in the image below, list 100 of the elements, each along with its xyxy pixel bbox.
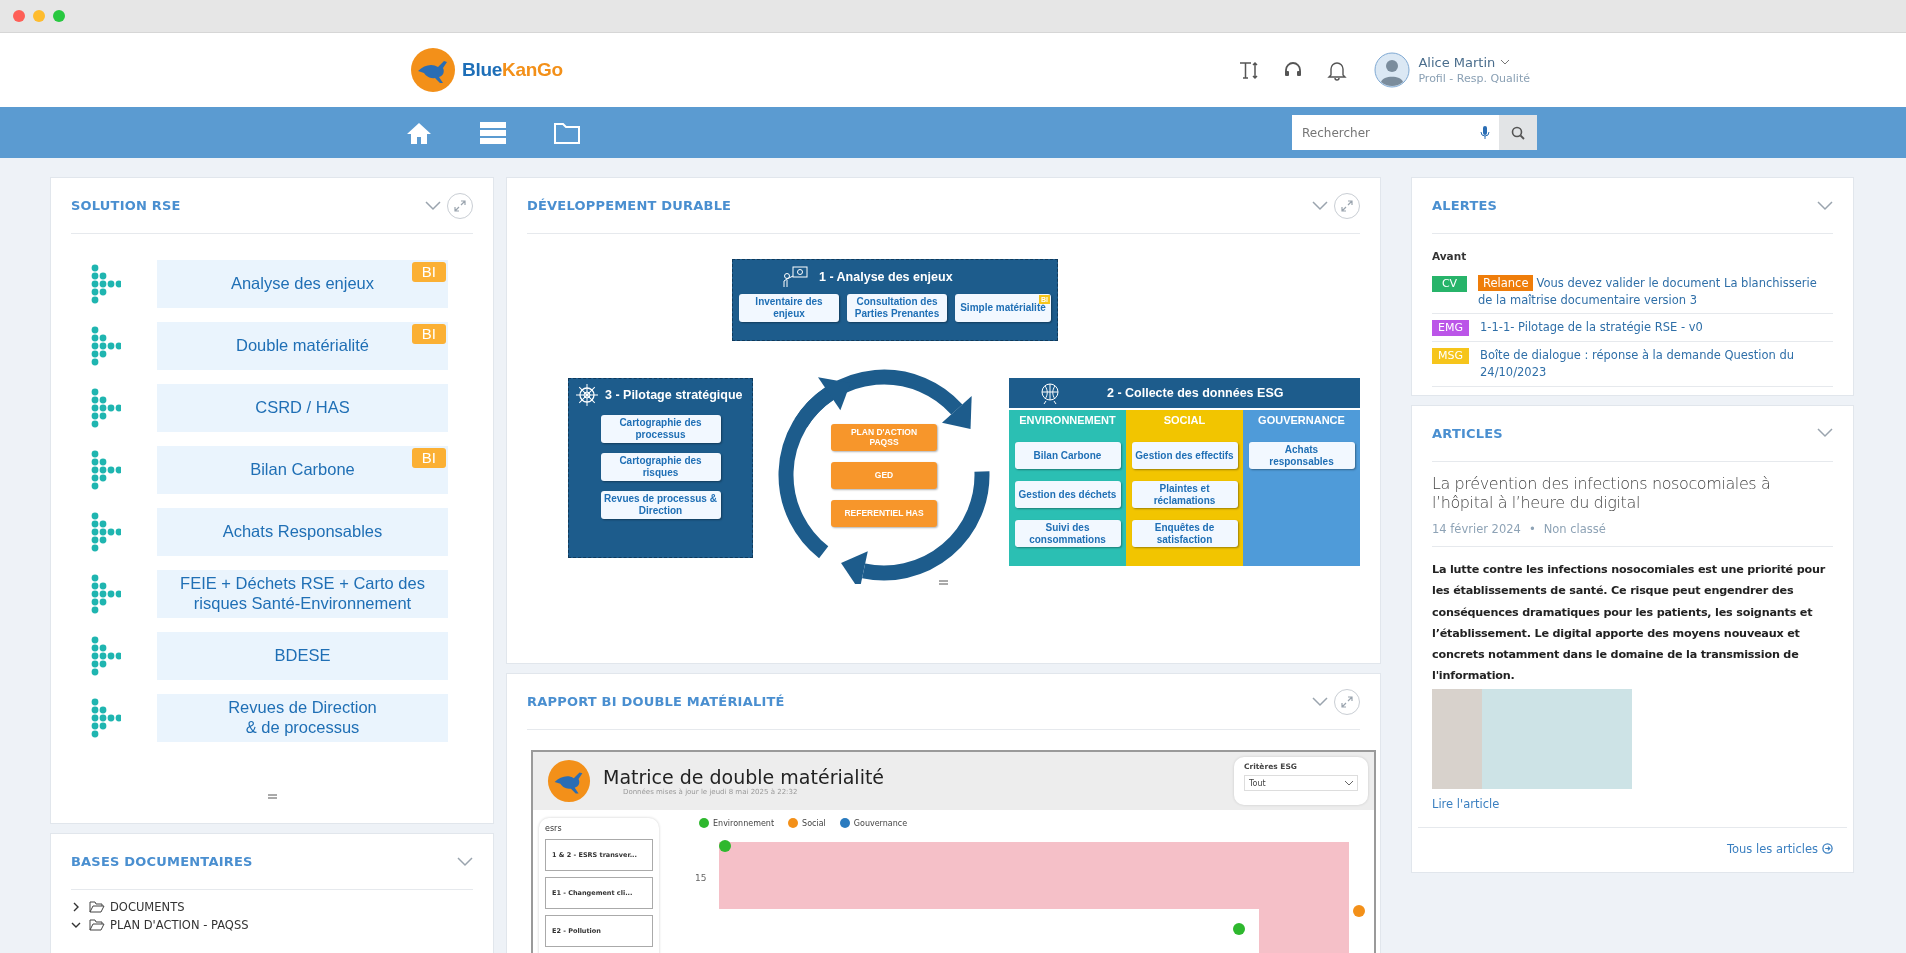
dotted-arrow-icon [91, 698, 121, 738]
presentation-board-icon [781, 266, 809, 288]
diagram-item[interactable]: Plaintes et réclamations [1131, 481, 1238, 508]
search-field[interactable]: Rechercher [1292, 115, 1479, 150]
legend-item: Environnement [699, 818, 775, 828]
diagram-item[interactable]: Enquêtes de satisfaction [1131, 520, 1238, 547]
report-title: Matrice de double matérialité [603, 766, 885, 788]
collapse-chevron-icon[interactable] [1312, 200, 1328, 211]
module-tile[interactable]: BI Analyse des enjeux [157, 260, 448, 308]
caret-icon[interactable] [1501, 60, 1510, 65]
folder-icon [89, 919, 105, 931]
expand-button[interactable] [1334, 688, 1360, 715]
column-title: GOUVERNANCE [1258, 414, 1345, 426]
module-tile[interactable]: FEIE + Déchets RSE + Carto des risques Santé-Environnement [157, 570, 448, 618]
collapse-chevron-icon[interactable] [1312, 696, 1328, 707]
module-tile[interactable]: Achats Responsables [157, 508, 448, 556]
article-category: Non classé [1543, 522, 1606, 537]
resize-handle-icon[interactable] [939, 580, 948, 585]
search-button[interactable] [1499, 115, 1537, 150]
module-tile[interactable]: BDESE [157, 632, 448, 680]
data-point [1353, 905, 1365, 917]
alert-link[interactable]: Relance Vous devez valider le document La blanchisserie de la maîtrise documentaire version 3 [1478, 275, 1833, 309]
dotted-arrow-icon [91, 574, 121, 614]
text-size-icon[interactable] [1238, 59, 1261, 81]
avatar-silhouette-icon[interactable] [1374, 52, 1411, 88]
server-icon[interactable] [479, 119, 507, 146]
legend-item: Social [788, 818, 826, 828]
data-point [1233, 923, 1245, 935]
dotted-arrow-icon [91, 326, 121, 366]
diagram-item[interactable]: Gestion des effectifs [1131, 442, 1238, 469]
module-tile[interactable]: BI Bilan Carbone [157, 446, 448, 494]
diagram-item[interactable]: Inventaire des enjeux [739, 294, 839, 322]
chevron-down-icon[interactable] [1345, 780, 1353, 786]
group-label: Avant [1432, 250, 1468, 262]
window-minimize-icon[interactable] [33, 10, 45, 22]
logo-text: BlueKanGo [462, 59, 563, 81]
panel-title: RAPPORT BI DOUBLE MATÉRIALITÉ [527, 694, 785, 709]
alert-link[interactable]: 1-1-1- Pilotage de la stratégie RSE - v0 [1479, 319, 1833, 337]
bi-badge: BI [411, 262, 446, 282]
axis-tick-label: 15 [695, 873, 707, 883]
collapse-chevron-icon[interactable] [425, 200, 441, 211]
expand-arrows-icon[interactable] [1341, 695, 1353, 708]
module-tile[interactable]: BI Double matérialité [157, 322, 448, 370]
globe-icon [1039, 382, 1061, 404]
chevron-right-icon[interactable] [71, 902, 81, 912]
panel-title: SOLUTION RSE [71, 198, 181, 213]
article-summary: La lutte contre les infections nosocomiales est une priorité pour les établissements de santé. Ce risque peut engendrer des conséquences dramatiques pour les patients, les soignants et l’établissement. Le digital apporte des moyens nouveaux et concrets notamment dans le domaine de la transmission de l'information. [1432, 562, 1827, 685]
dotted-arrow-icon [91, 264, 121, 304]
alert-tag: CV [1432, 276, 1467, 292]
bi-badge: BI [411, 324, 446, 344]
diagram-item[interactable]: Revues de processus & Direction [600, 491, 721, 519]
module-tile[interactable]: Revues de Direction & de processus [157, 694, 448, 742]
dotted-arrow-icon [91, 636, 121, 676]
diagram-item[interactable]: Consultation des Parties Prenantes [847, 294, 947, 322]
chevron-down-icon[interactable] [71, 920, 81, 930]
ship-wheel-icon [575, 383, 599, 407]
alert-link[interactable]: Boîte de dialogue : réponse à la demande Question du 24/10/2023 [1480, 347, 1833, 381]
user-role: Profil - Resp. Qualité [1418, 72, 1530, 85]
search-icon[interactable] [1511, 125, 1525, 140]
dotted-arrow-icon [91, 388, 121, 428]
expand-button[interactable] [447, 192, 473, 219]
tree-item[interactable]: PLAN D'ACTION - PAQSS [89, 918, 249, 932]
panel-title: BASES DOCUMENTAIRES [71, 854, 253, 869]
user-name[interactable]: Alice Martin [1418, 55, 1496, 70]
diagram-item[interactable]: Gestion des déchets [1014, 481, 1121, 508]
bell-icon[interactable] [1326, 59, 1349, 81]
window-close-icon[interactable] [13, 10, 25, 22]
all-articles-link[interactable]: Tous les articles [1726, 841, 1833, 856]
panel-title: DÉVELOPPEMENT DURABLE [527, 198, 732, 213]
diagram-item[interactable]: Cartographie des processus [600, 415, 721, 443]
data-point [719, 840, 731, 852]
panel-title: ALERTES [1432, 198, 1498, 213]
window-maximize-icon[interactable] [53, 10, 65, 22]
alert-tag: EMG [1432, 320, 1469, 337]
diagram-title: 2 - Collecte des données ESG [1107, 386, 1284, 400]
expand-button[interactable] [1334, 192, 1360, 219]
read-article-link[interactable]: Lire l'article [1432, 796, 1500, 811]
diagram-item[interactable]: Bilan Carbone [1014, 442, 1121, 469]
article-title[interactable]: La prévention des infections nosocomiales à l’hôpital à l’heure du digital [1432, 473, 1833, 513]
expand-arrows-icon[interactable] [1341, 199, 1353, 212]
diagram-item[interactable]: Suivi des consommations [1014, 520, 1121, 547]
microphone-icon[interactable] [1479, 125, 1491, 140]
arrow-circle-icon[interactable] [1822, 843, 1833, 855]
collapse-chevron-icon[interactable] [457, 856, 473, 867]
tree-item[interactable]: DOCUMENTS [89, 900, 185, 914]
separator-dot: • [1528, 522, 1536, 537]
diagram-item[interactable]: Achats responsables [1248, 442, 1355, 469]
article-date: 14 février 2024 [1432, 522, 1521, 537]
expand-arrows-icon[interactable] [454, 199, 466, 212]
filter-dropdown[interactable]: Tout [1244, 775, 1358, 791]
bi-badge: BI [411, 448, 446, 468]
module-tile[interactable]: CSRD / HAS [157, 384, 448, 432]
dotted-arrow-icon [91, 450, 121, 490]
collapse-chevron-icon[interactable] [1817, 200, 1833, 211]
resize-handle-icon[interactable] [267, 794, 277, 799]
collapse-chevron-icon[interactable] [1817, 428, 1833, 439]
column-title: SOCIAL [1163, 414, 1206, 426]
diagram-title: 3 - Pilotage stratégique [605, 388, 743, 402]
dotted-arrow-icon [91, 512, 121, 552]
diagram-item[interactable]: Cartographie des risques [600, 453, 721, 481]
